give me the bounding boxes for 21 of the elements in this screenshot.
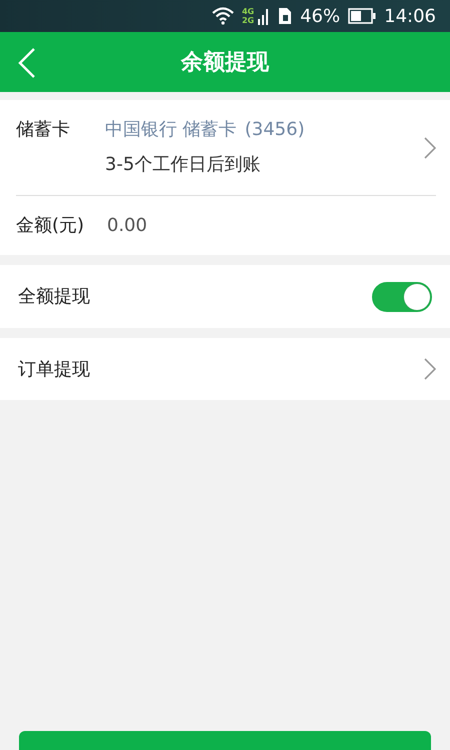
clock-time: 14:06: [384, 4, 436, 28]
order-withdraw-row[interactable]: 订单提现: [0, 338, 450, 400]
battery-icon: [348, 8, 376, 24]
sim-card-icon: [278, 7, 292, 25]
page-title: 余额提现: [181, 48, 269, 76]
bank-account-name: 中国银行 储蓄卡: [105, 118, 237, 142]
toggle-switch[interactable]: [372, 282, 432, 312]
battery-percent: 46%: [300, 4, 340, 28]
card-number: (3456): [244, 118, 305, 142]
field-label: 金额(元): [16, 214, 86, 238]
option-label: 全额提现: [18, 285, 90, 309]
field-label: 储蓄卡: [16, 118, 71, 142]
wifi-icon: [212, 7, 234, 25]
chevron-right-icon: [424, 136, 436, 158]
bank-card-row[interactable]: 储蓄卡 中国银行 储蓄卡 (3456) 3-5个工作日后到账: [0, 100, 450, 195]
network-label: 2G: [242, 16, 254, 25]
arrival-note: 3-5个工作日后到账: [105, 153, 262, 177]
network-label: 4G: [242, 7, 254, 16]
signal-icon: [258, 7, 270, 25]
amount-input[interactable]: 0.00: [105, 211, 305, 240]
chevron-right-icon: [424, 358, 436, 380]
